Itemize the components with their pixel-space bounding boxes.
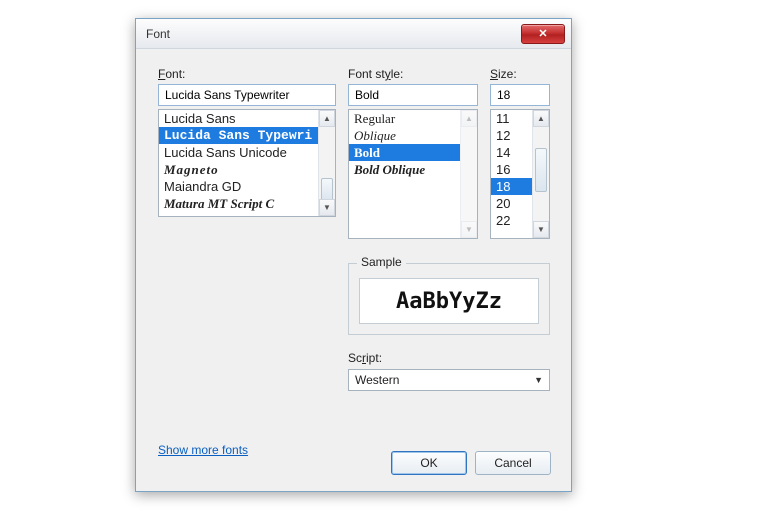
size-label: Size: bbox=[490, 67, 550, 81]
scroll-up-icon[interactable]: ▲ bbox=[533, 110, 549, 127]
font-item[interactable]: Maiandra GD bbox=[159, 178, 318, 195]
font-input[interactable] bbox=[158, 84, 336, 106]
style-item[interactable]: Regular bbox=[349, 110, 460, 127]
cancel-button[interactable]: Cancel bbox=[475, 451, 551, 475]
scroll-down-icon[interactable]: ▼ bbox=[319, 199, 335, 216]
sample-group: Sample AaBbYyZz bbox=[348, 263, 550, 335]
script-combobox[interactable]: Western ▼ bbox=[348, 369, 550, 391]
size-scrollbar[interactable]: ▲ ▼ bbox=[532, 110, 549, 238]
script-value: Western bbox=[355, 373, 399, 387]
script-label: Script: bbox=[348, 351, 382, 365]
font-item[interactable]: Lucida Sans bbox=[159, 110, 318, 127]
style-item[interactable]: Bold bbox=[349, 144, 460, 161]
size-item[interactable]: 12 bbox=[491, 127, 532, 144]
size-listbox[interactable]: 11121416182022 ▲ ▼ bbox=[490, 109, 550, 239]
style-item[interactable]: Bold Oblique bbox=[349, 161, 460, 178]
window-title: Font bbox=[146, 27, 521, 41]
close-button[interactable]: ✕ bbox=[521, 24, 565, 44]
style-section: Font style: RegularObliqueBoldBold Obliq… bbox=[348, 67, 478, 239]
font-item[interactable]: Magneto bbox=[159, 161, 318, 178]
font-section: Font: Lucida SansLucida Sans TypewriLuci… bbox=[158, 67, 336, 217]
font-dialog: Font ✕ Font: Lucida SansLucida Sans Type… bbox=[135, 18, 572, 492]
sample-legend: Sample bbox=[357, 255, 406, 269]
scroll-thumb[interactable] bbox=[535, 148, 547, 192]
size-item[interactable]: 14 bbox=[491, 144, 532, 161]
scroll-up-icon[interactable]: ▲ bbox=[319, 110, 335, 127]
size-item[interactable]: 22 bbox=[491, 212, 532, 229]
size-item[interactable]: 20 bbox=[491, 195, 532, 212]
close-icon: ✕ bbox=[538, 27, 547, 40]
dialog-body: Font: Lucida SansLucida Sans TypewriLuci… bbox=[144, 57, 563, 483]
font-scrollbar[interactable]: ▲ ▼ bbox=[318, 110, 335, 216]
ok-button[interactable]: OK bbox=[391, 451, 467, 475]
font-item[interactable]: Lucida Sans Typewri bbox=[159, 127, 318, 144]
chevron-down-icon: ▼ bbox=[534, 375, 543, 385]
font-listbox[interactable]: Lucida SansLucida Sans TypewriLucida San… bbox=[158, 109, 336, 217]
font-label: Font: bbox=[158, 67, 336, 81]
size-item[interactable]: 18 bbox=[491, 178, 532, 195]
style-scrollbar[interactable]: ▲ ▼ bbox=[460, 110, 477, 238]
titlebar: Font ✕ bbox=[136, 19, 571, 49]
size-item[interactable]: 11 bbox=[491, 110, 532, 127]
button-row: OK Cancel bbox=[391, 451, 551, 475]
style-label: Font style: bbox=[348, 67, 478, 81]
font-item[interactable]: Matura MT Script C bbox=[159, 195, 318, 212]
scroll-up-icon[interactable]: ▲ bbox=[461, 110, 477, 127]
style-item[interactable]: Oblique bbox=[349, 127, 460, 144]
size-item[interactable]: 16 bbox=[491, 161, 532, 178]
font-item[interactable]: Lucida Sans Unicode bbox=[159, 144, 318, 161]
size-section: Size: 11121416182022 ▲ ▼ bbox=[490, 67, 550, 239]
style-listbox[interactable]: RegularObliqueBoldBold Oblique ▲ ▼ bbox=[348, 109, 478, 239]
size-input[interactable] bbox=[490, 84, 550, 106]
sample-box: AaBbYyZz bbox=[359, 278, 539, 324]
sample-text: AaBbYyZz bbox=[396, 289, 502, 314]
style-input[interactable] bbox=[348, 84, 478, 106]
show-more-fonts-link[interactable]: Show more fonts bbox=[158, 443, 248, 457]
scroll-down-icon[interactable]: ▼ bbox=[461, 221, 477, 238]
scroll-down-icon[interactable]: ▼ bbox=[533, 221, 549, 238]
